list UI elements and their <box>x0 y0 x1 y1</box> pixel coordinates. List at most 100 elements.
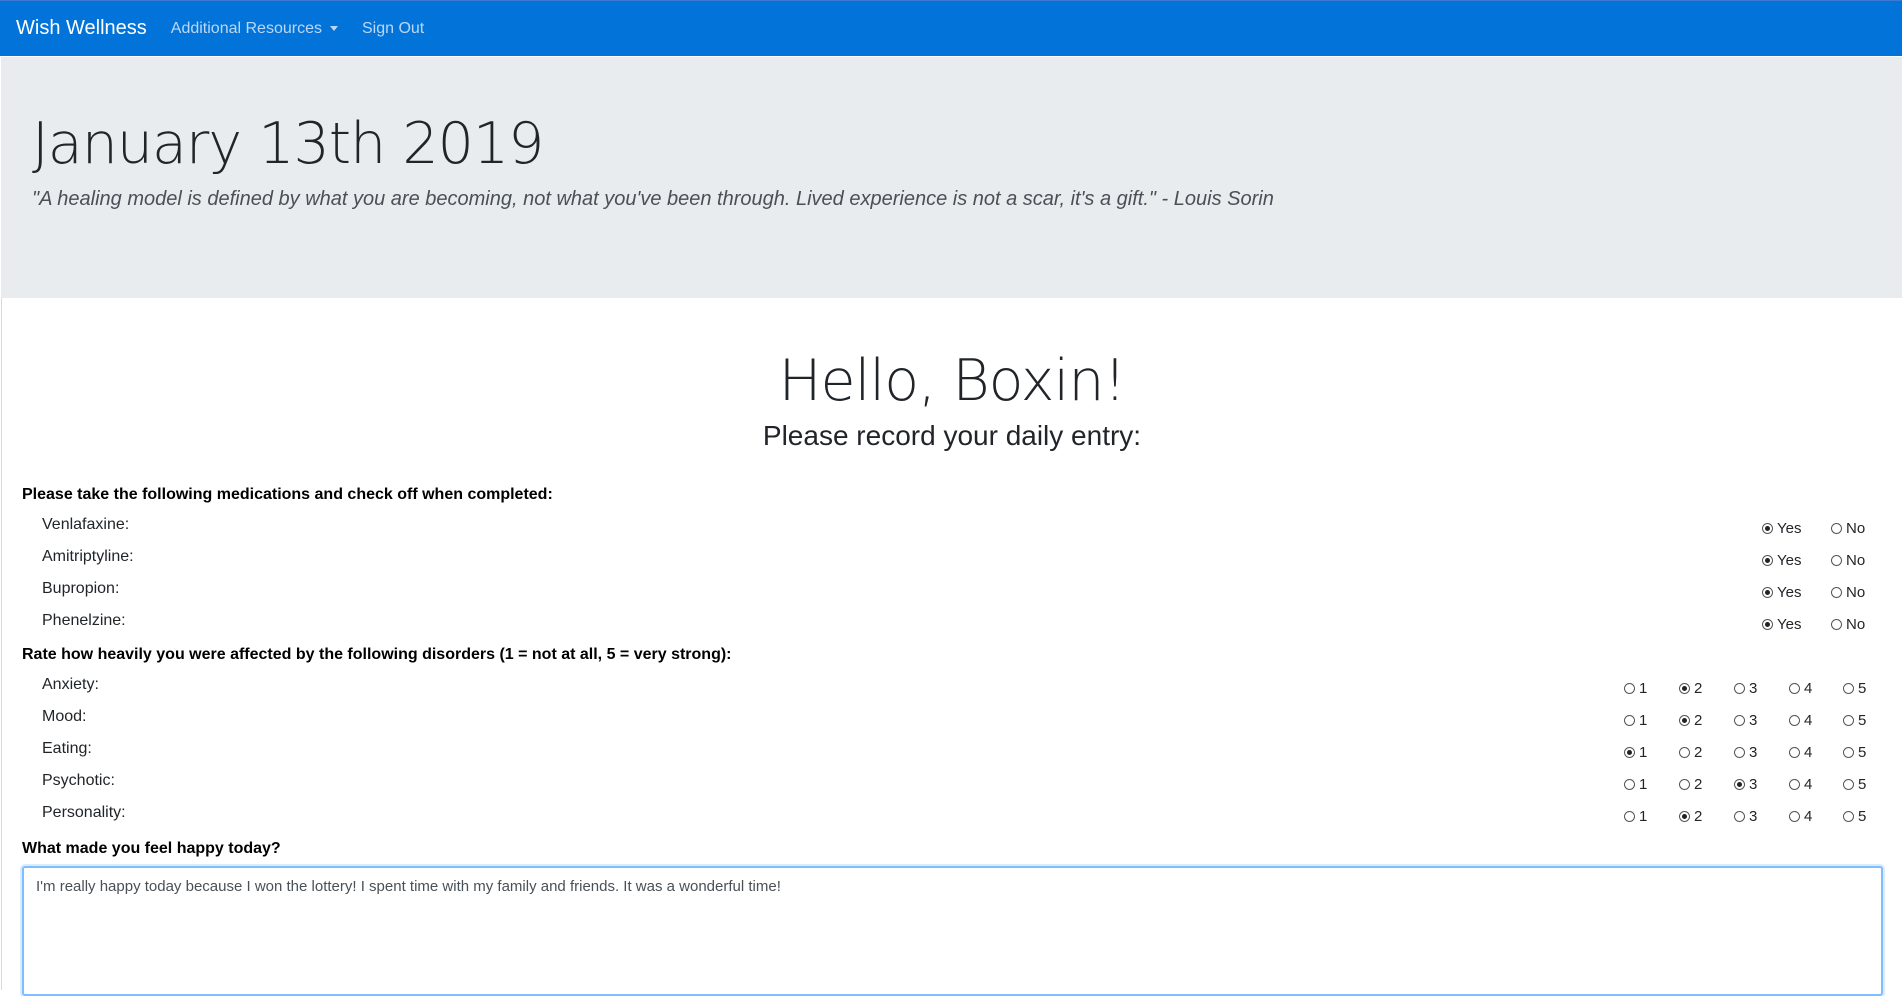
radio-4[interactable] <box>1789 779 1800 790</box>
medication-no-option[interactable]: No <box>1831 584 1865 601</box>
option-label: No <box>1846 584 1866 601</box>
radio-2[interactable] <box>1679 747 1690 758</box>
radio-1[interactable] <box>1624 683 1635 694</box>
rating-option-5[interactable]: 5 <box>1843 776 1866 793</box>
rating-label: Psychotic: <box>42 772 115 789</box>
radio-4[interactable] <box>1789 683 1800 694</box>
rating-option-3[interactable]: 3 <box>1734 776 1757 793</box>
additional-resources-dropdown[interactable]: Additional Resources <box>171 20 338 38</box>
rating-option-1[interactable]: 1 <box>1624 776 1647 793</box>
rating-option-4[interactable]: 4 <box>1789 808 1812 825</box>
option-label: 1 <box>1639 744 1648 761</box>
medication-no-option[interactable]: No <box>1831 616 1865 633</box>
option-label: 3 <box>1749 808 1758 825</box>
rating-option-1[interactable]: 1 <box>1624 680 1647 697</box>
radio-1[interactable] <box>1624 779 1635 790</box>
option-label: 4 <box>1804 808 1813 825</box>
rating-option-3[interactable]: 3 <box>1734 744 1757 761</box>
entry-subtitle: Please record your daily entry: <box>762 420 1142 451</box>
radio-1[interactable] <box>1624 747 1635 758</box>
rating-option-2[interactable]: 2 <box>1679 776 1702 793</box>
brand-link[interactable]: Wish Wellness <box>16 17 147 40</box>
radio-3[interactable] <box>1734 747 1745 758</box>
radio-5[interactable] <box>1843 811 1854 822</box>
radio-no[interactable] <box>1831 619 1842 630</box>
radio-4[interactable] <box>1789 747 1800 758</box>
medication-yes-option[interactable]: Yes <box>1762 552 1801 569</box>
top-navbar: Wish Wellness Additional Resources Sign … <box>0 0 1902 56</box>
rating-option-1[interactable]: 1 <box>1624 808 1647 825</box>
rating-option-4[interactable]: 4 <box>1789 776 1812 793</box>
radio-3[interactable] <box>1734 715 1745 726</box>
radio-yes[interactable] <box>1762 619 1773 630</box>
radio-3[interactable] <box>1734 779 1745 790</box>
radio-no[interactable] <box>1831 523 1842 534</box>
radio-1[interactable] <box>1624 715 1635 726</box>
medication-label: Venlafaxine: <box>42 516 130 533</box>
radio-yes[interactable] <box>1762 555 1773 566</box>
radio-2[interactable] <box>1679 779 1690 790</box>
radio-no[interactable] <box>1831 555 1842 566</box>
medication-yes-option[interactable]: Yes <box>1762 616 1801 633</box>
rating-option-1[interactable]: 1 <box>1624 744 1647 761</box>
radio-2[interactable] <box>1679 683 1690 694</box>
medication-label: Bupropion: <box>42 580 120 597</box>
medication-row: Venlafaxine: Yes No <box>2 516 1902 542</box>
option-label: 3 <box>1749 680 1758 697</box>
rating-option-3[interactable]: 3 <box>1734 808 1757 825</box>
option-label: 4 <box>1804 680 1813 697</box>
rating-option-5[interactable]: 5 <box>1843 680 1866 697</box>
option-label: 2 <box>1694 776 1703 793</box>
radio-4[interactable] <box>1789 715 1800 726</box>
rating-option-3[interactable]: 3 <box>1734 680 1757 697</box>
rating-option-1[interactable]: 1 <box>1624 712 1647 729</box>
medication-yes-option[interactable]: Yes <box>1762 520 1801 537</box>
option-label: 5 <box>1858 680 1867 697</box>
rating-option-2[interactable]: 2 <box>1679 744 1702 761</box>
rating-option-4[interactable]: 4 <box>1789 744 1812 761</box>
rating-option-5[interactable]: 5 <box>1843 808 1866 825</box>
radio-3[interactable] <box>1734 683 1745 694</box>
sign-out-link[interactable]: Sign Out <box>362 20 424 38</box>
option-label: 1 <box>1639 680 1648 697</box>
radio-yes[interactable] <box>1762 587 1773 598</box>
rating-option-5[interactable]: 5 <box>1843 744 1866 761</box>
rating-label: Anxiety: <box>42 676 99 693</box>
option-label: 1 <box>1639 712 1648 729</box>
rating-option-5[interactable]: 5 <box>1843 712 1866 729</box>
option-label: 4 <box>1804 744 1813 761</box>
rating-option-4[interactable]: 4 <box>1789 680 1812 697</box>
radio-1[interactable] <box>1624 811 1635 822</box>
medication-no-option[interactable]: No <box>1831 552 1865 569</box>
rating-option-2[interactable]: 2 <box>1679 680 1702 697</box>
greeting-heading: Hello, Boxin! <box>778 348 1127 414</box>
rating-option-2[interactable]: 2 <box>1679 712 1702 729</box>
rating-label: Mood: <box>42 708 87 725</box>
rating-row: Psychotic: 1 2 3 4 5 <box>2 772 1902 798</box>
rating-row: Personality: 1 2 3 4 5 <box>2 804 1902 830</box>
option-label: 5 <box>1858 744 1867 761</box>
rating-option-3[interactable]: 3 <box>1734 712 1757 729</box>
radio-3[interactable] <box>1734 811 1745 822</box>
rating-option-4[interactable]: 4 <box>1789 712 1812 729</box>
additional-resources-label: Additional Resources <box>170 19 322 37</box>
radio-5[interactable] <box>1843 779 1854 790</box>
ratings-title: Rate how heavily you were affected by th… <box>22 646 732 663</box>
radio-5[interactable] <box>1843 747 1854 758</box>
option-label: Yes <box>1777 584 1802 601</box>
option-label: 5 <box>1858 712 1867 729</box>
medication-no-option[interactable]: No <box>1831 520 1865 537</box>
radio-5[interactable] <box>1843 715 1854 726</box>
radio-2[interactable] <box>1679 811 1690 822</box>
option-label: No <box>1846 616 1866 633</box>
rating-option-2[interactable]: 2 <box>1679 808 1702 825</box>
radio-5[interactable] <box>1843 683 1854 694</box>
radio-yes[interactable] <box>1762 523 1773 534</box>
radio-no[interactable] <box>1831 587 1842 598</box>
medication-yes-option[interactable]: Yes <box>1762 584 1801 601</box>
happy-today-textarea[interactable] <box>22 866 1883 996</box>
option-label: 3 <box>1749 712 1758 729</box>
radio-2[interactable] <box>1679 715 1690 726</box>
radio-4[interactable] <box>1789 811 1800 822</box>
entry-date: January 13th 2019 <box>32 111 544 177</box>
